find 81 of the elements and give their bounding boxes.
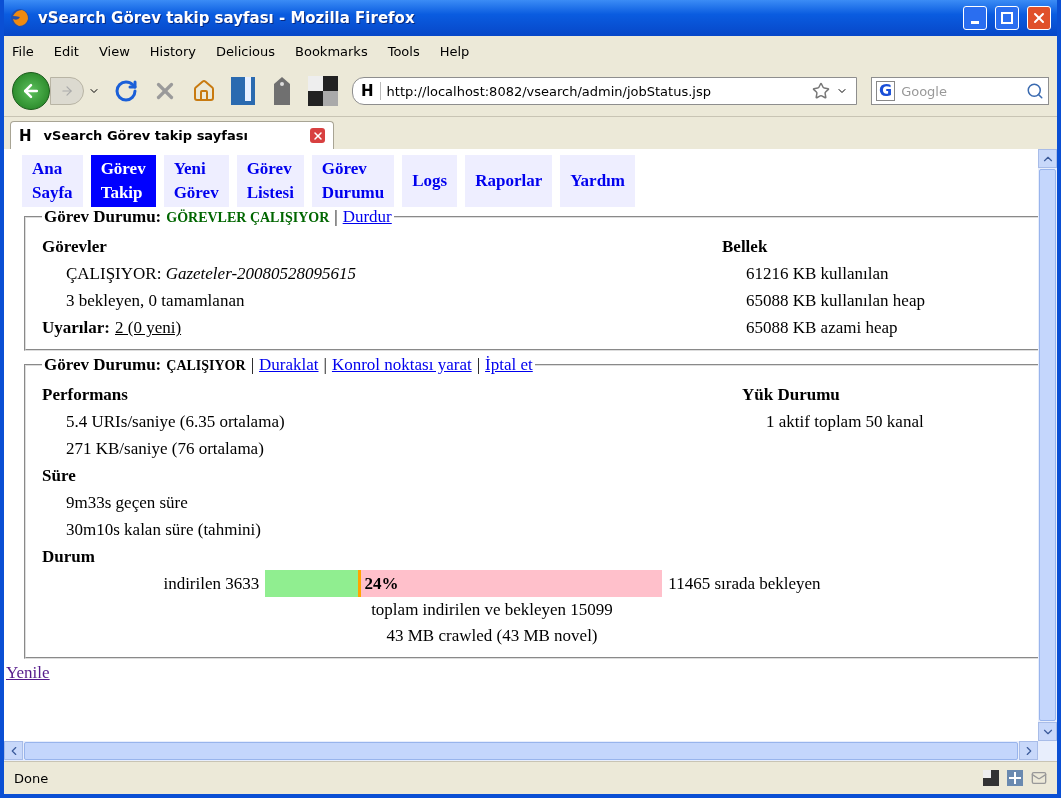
close-button[interactable]	[1027, 6, 1051, 30]
running-job-text: ÇALIŞIYOR: Gazeteler-20080528095615	[65, 263, 357, 285]
summary-text: 43 MB crawled (43 MB novel)	[386, 625, 598, 647]
home-icon[interactable]	[192, 79, 216, 103]
close-tab-button[interactable]	[310, 128, 325, 143]
time-text: 30m10s kalan süre (tahmini)	[65, 519, 262, 541]
action-link[interactable]: İptal et	[485, 355, 533, 375]
nav-tab[interactable]: Görev Takip	[90, 155, 156, 207]
close-icon	[1031, 10, 1047, 26]
status-text: Done	[14, 770, 50, 786]
horizontal-scrollbar[interactable]	[4, 741, 1057, 761]
summary-text: toplam indirilen ve bekleyen 15099	[371, 599, 613, 621]
search-engine-icon[interactable]: G	[876, 81, 896, 101]
action-link[interactable]: Duraklat	[259, 355, 319, 375]
nav-tab[interactable]: Yeni Görev	[163, 155, 229, 207]
menu-item[interactable]: Tools	[387, 43, 420, 59]
extension-icon	[1007, 770, 1023, 786]
bookmarks-manager-icon[interactable]	[308, 76, 338, 106]
search-icon[interactable]	[1026, 82, 1044, 100]
separator: |	[323, 355, 327, 375]
job-status: ÇALIŞIYOR	[166, 358, 246, 374]
menu-item[interactable]: Delicious	[216, 43, 276, 59]
action-link[interactable]: Konrol noktası yarat	[331, 355, 472, 375]
memory-text: 65088 KB kullanılan heap	[745, 290, 926, 312]
menu-item[interactable]: Edit	[53, 43, 79, 59]
url-text: http://localhost:8082/vsearch/admin/jobStatus.jsp	[386, 83, 712, 99]
legend-label: Görev Durumu:	[44, 355, 162, 375]
section-heading: Süre	[42, 465, 77, 487]
address-bar[interactable]: H http://localhost:8082/vsearch/admin/jobStatus.jsp	[352, 77, 857, 105]
nav-tab[interactable]: Görev Durumu	[311, 155, 395, 207]
menu-item[interactable]: Bookmarks	[295, 43, 368, 59]
refresh-link[interactable]: Yenile	[6, 663, 50, 682]
downloaded-text: indirilen 3633	[163, 573, 260, 594]
reload-icon[interactable]	[114, 79, 138, 103]
search-bar[interactable]: G Google	[871, 77, 1049, 105]
browser-logo-icon	[10, 8, 30, 28]
maximize-button[interactable]	[995, 6, 1019, 30]
performance-text: 5.4 URIs/saniye (6.35 ortalama)	[65, 411, 285, 433]
vertical-scrollbar[interactable]	[1038, 149, 1057, 741]
close-icon	[311, 129, 324, 142]
section-heading: Bellek	[722, 236, 769, 258]
nav-tab[interactable]: Görev Listesi	[236, 155, 304, 207]
sync-icon	[983, 770, 999, 786]
back-button[interactable]	[12, 72, 50, 110]
progress-percent: 24%	[363, 573, 399, 595]
alerts-link[interactable]: 2 (0 yeni)	[115, 314, 182, 341]
browser-tab[interactable]: H vSearch Görev takip sayfası	[10, 121, 334, 149]
nav-tab[interactable]: Ana Sayfa	[22, 155, 83, 207]
alerts-label: Uyarılar:	[42, 317, 110, 339]
nav-tab[interactable]: Raporlar	[465, 155, 553, 207]
action-link[interactable]: Durdur	[342, 207, 392, 227]
nav-tab[interactable]: Logs	[402, 155, 458, 207]
separator: |	[334, 207, 338, 227]
separator: |	[476, 355, 481, 375]
window-title: vSearch Görev takip sayfası - Mozilla Firefox	[38, 9, 416, 27]
bookmark-star-icon[interactable]	[812, 82, 830, 100]
section-heading: Görevler	[42, 236, 108, 258]
job-status: GÖREVLER ÇALIŞIYOR	[166, 210, 330, 226]
separator: |	[250, 355, 255, 375]
forward-arrow-icon	[60, 84, 74, 98]
performance-text: 271 KB/saniye (76 ortalama)	[65, 438, 265, 460]
load-text: 1 aktif toplam 50 kanal	[765, 411, 925, 433]
memory-text: 65088 KB azami heap	[745, 317, 899, 339]
menu-item[interactable]: View	[98, 43, 130, 59]
queued-text: 11465 sırada bekleyen	[668, 573, 821, 594]
minimize-icon	[971, 20, 979, 24]
section-heading: Yük Durumu	[742, 384, 841, 406]
mail-icon	[1031, 770, 1047, 786]
minimize-button[interactable]	[963, 6, 987, 30]
time-text: 9m33s geçen süre	[65, 492, 189, 514]
legend-label: Görev Durumu:	[44, 207, 162, 227]
maximize-icon	[1001, 12, 1013, 24]
menu-item[interactable]: Help	[439, 43, 470, 59]
menu-item[interactable]: File	[12, 43, 34, 59]
queue-text: 3 bekleyen, 0 tamamlanan	[65, 290, 246, 312]
section-heading: Performans	[42, 384, 129, 406]
nav-tab[interactable]: Yardım	[560, 155, 635, 207]
menu-item[interactable]: History	[149, 43, 197, 59]
memory-text: 61216 KB kullanılan	[745, 263, 890, 285]
bookmark-icon[interactable]	[230, 76, 256, 106]
section-heading: Durum	[42, 546, 96, 568]
